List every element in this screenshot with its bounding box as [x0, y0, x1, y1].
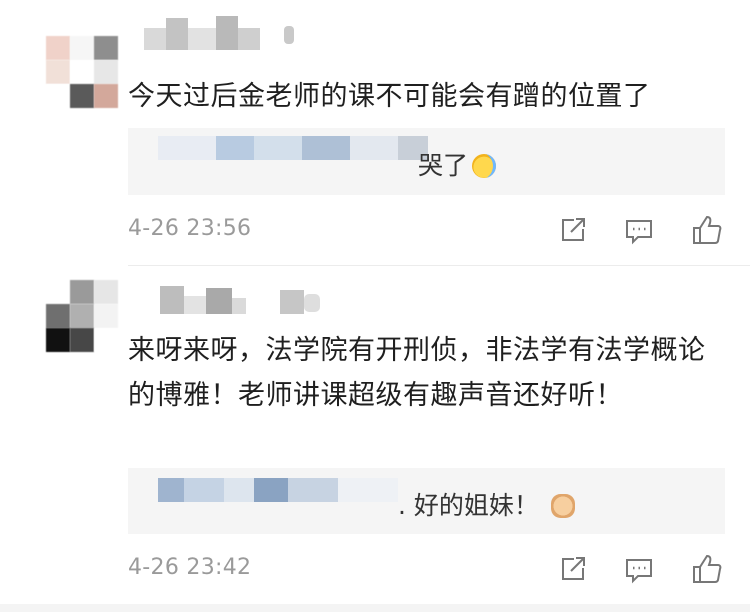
- reply-box[interactable]: 哭了: [128, 128, 725, 195]
- comment-icon[interactable]: [622, 552, 656, 586]
- fist-emoji-icon: [550, 494, 575, 518]
- comment-item: 来呀来呀，法学院有开刑侦，非法学有法学概论的博雅！老师讲课超级有趣声音还好听！ …: [0, 266, 750, 612]
- thumbs-up-icon[interactable]: [690, 552, 724, 586]
- reply-text: 哭了: [418, 151, 469, 180]
- comment-item: 今天过后金老师的课不可能会有蹭的位置了 哭了 4-26 23:56: [0, 0, 750, 265]
- reply-content: . 好的姐妹！: [398, 486, 575, 522]
- bottom-strip: [0, 604, 750, 612]
- timestamp: 4-26 23:56: [128, 216, 252, 241]
- reply-text: . 好的姐妹！: [398, 491, 539, 520]
- thumbs-up-icon[interactable]: [690, 213, 724, 247]
- comment-actions: [552, 552, 732, 586]
- reply-author-blurred: [158, 478, 398, 502]
- reply-box[interactable]: . 好的姐妹！: [128, 468, 725, 534]
- username-blurred[interactable]: [132, 280, 332, 320]
- avatar[interactable]: [46, 36, 118, 108]
- comment-text: 来呀来呀，法学院有开刑侦，非法学有法学概论的博雅！老师讲课超级有趣声音还好听！: [128, 335, 706, 411]
- avatar[interactable]: [46, 280, 118, 352]
- comment-icon[interactable]: [622, 213, 656, 247]
- timestamp: 4-26 23:42: [128, 555, 252, 580]
- reply-content: 哭了: [418, 146, 497, 182]
- username-blurred[interactable]: [132, 16, 302, 56]
- share-icon[interactable]: [556, 213, 590, 247]
- crying-laughing-emoji-icon: [472, 154, 497, 178]
- share-icon[interactable]: [556, 552, 590, 586]
- comment-actions: [552, 213, 732, 247]
- reply-author-blurred: [158, 136, 428, 160]
- comment-text: 今天过后金老师的课不可能会有蹭的位置了: [128, 81, 651, 112]
